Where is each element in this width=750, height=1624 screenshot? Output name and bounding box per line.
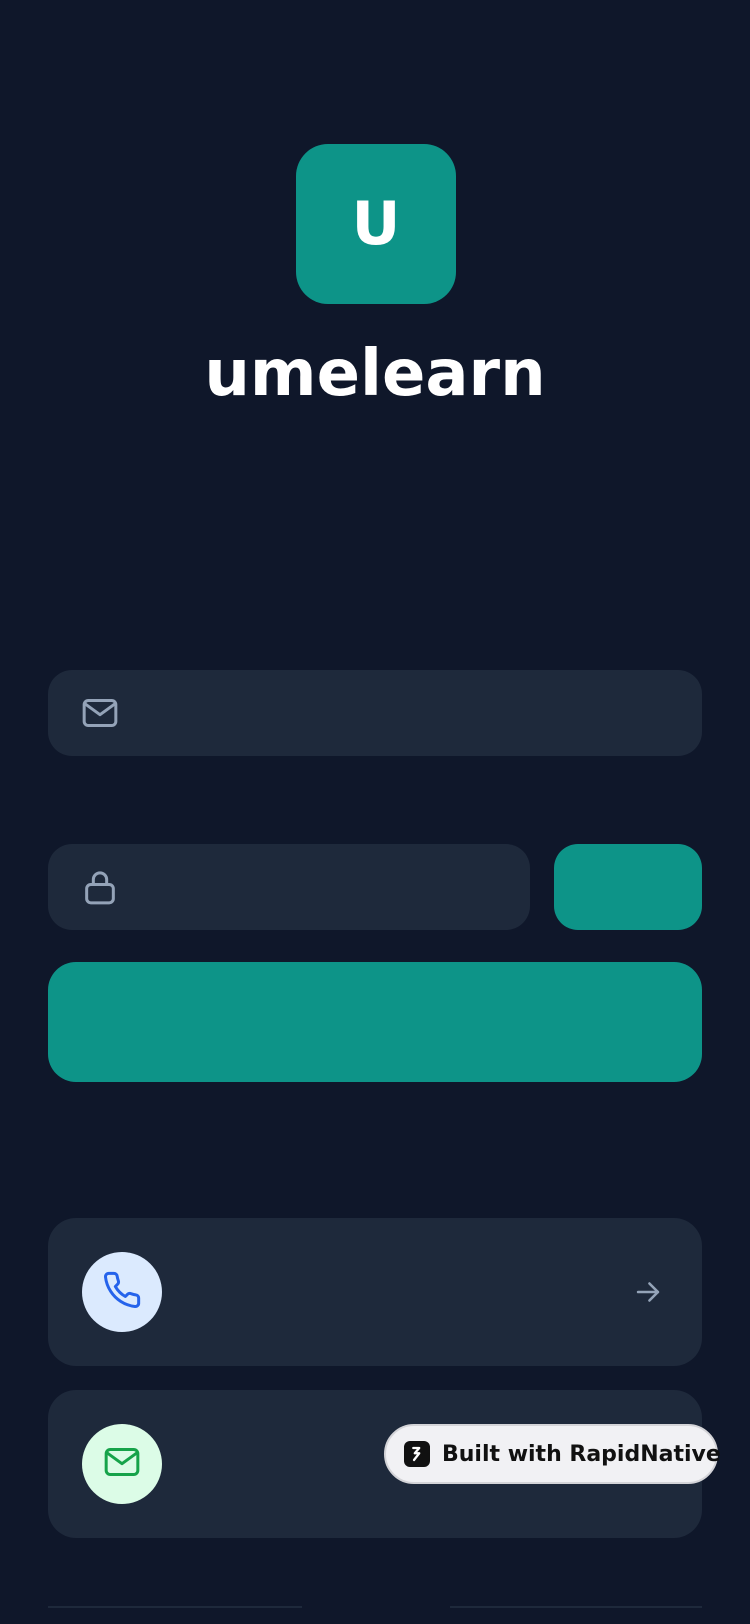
mail-icon <box>80 693 120 733</box>
lock-icon <box>80 867 120 907</box>
divider-right <box>450 1606 702 1608</box>
mail-icon <box>102 1442 142 1486</box>
brand-name: umelearn <box>204 337 546 411</box>
app-logo: U <box>296 144 456 304</box>
password-field[interactable] <box>48 843 530 931</box>
divider-left <box>48 1606 302 1608</box>
mail-icon-circle <box>82 1424 162 1504</box>
show-password-button[interactable] <box>554 844 702 930</box>
app-logo-letter: U <box>351 189 401 259</box>
phone-icon <box>102 1270 142 1314</box>
arrow-right-icon <box>628 1272 668 1312</box>
built-with-badge[interactable]: Built with RapidNative <box>384 1424 721 1484</box>
email-input[interactable] <box>120 669 702 757</box>
phone-login-option[interactable] <box>48 1218 702 1366</box>
badge-text: Built with RapidNative <box>442 1441 721 1467</box>
rapidnative-logo-icon <box>404 1441 430 1467</box>
phone-icon-circle <box>82 1252 162 1332</box>
email-field[interactable] <box>48 669 702 757</box>
login-button[interactable] <box>48 962 702 1082</box>
password-input[interactable] <box>120 843 530 931</box>
